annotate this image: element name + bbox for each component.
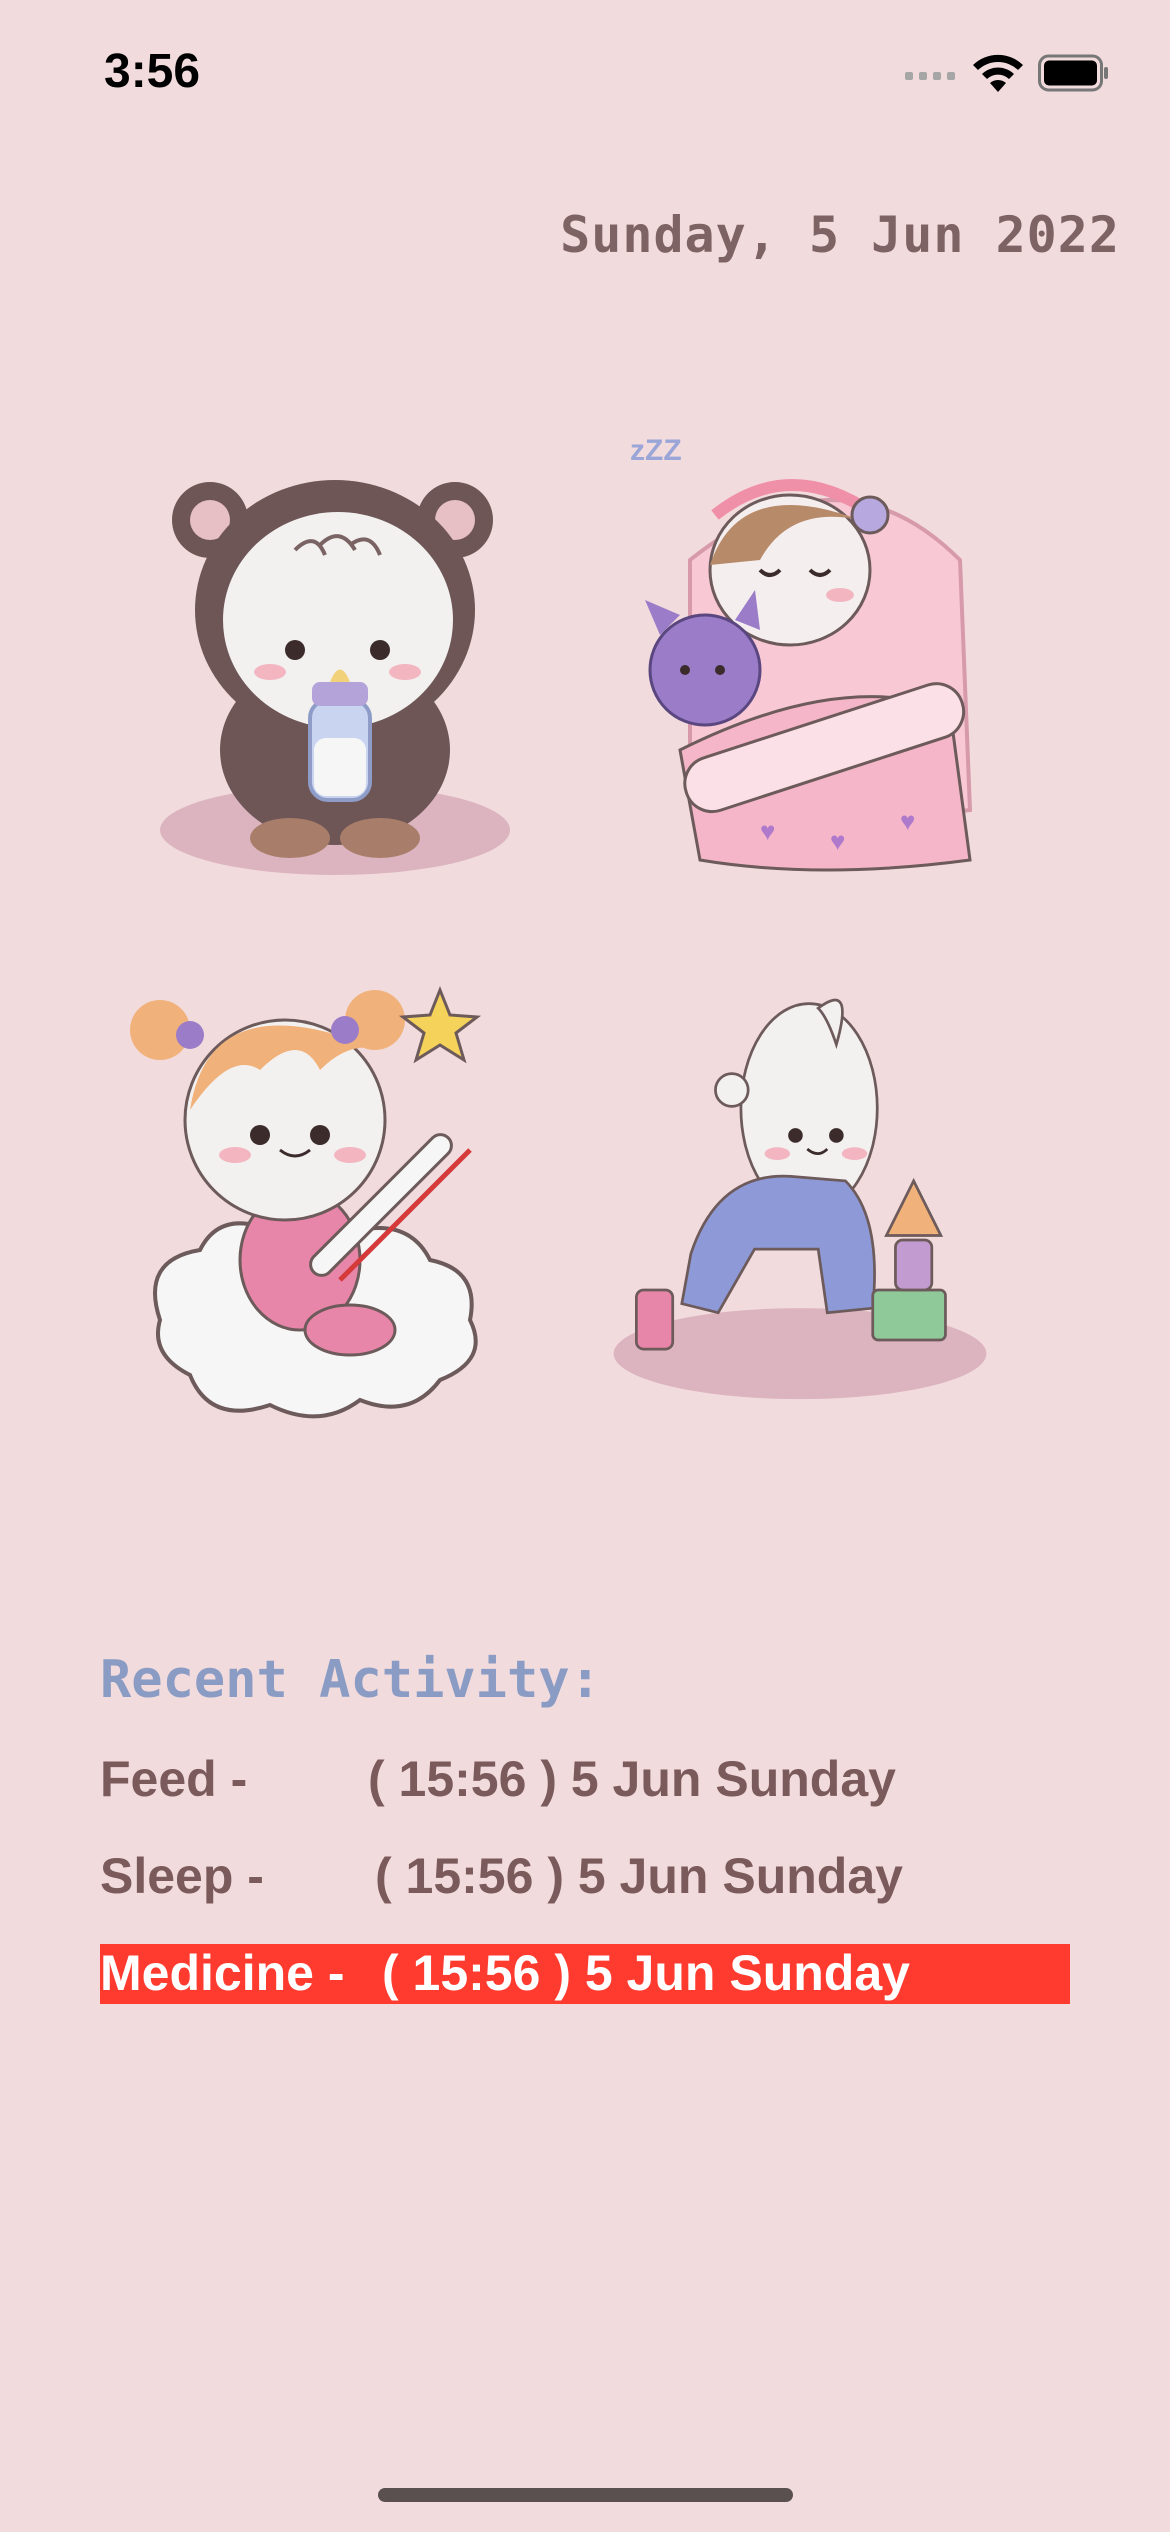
activity-time: ( 15:56 ) 5 Jun Sunday (375, 1848, 903, 1904)
svg-text:♥: ♥ (830, 826, 845, 856)
sleep-tile[interactable]: zZZ ♥ ♥ ♥ (610, 420, 1010, 880)
activity-label: Medicine - (100, 1945, 345, 2001)
cellular-signal-icon (905, 72, 955, 80)
activity-label: Feed - (100, 1751, 248, 1807)
activity-row-sleep[interactable]: Sleep - ( 15:56 ) 5 Jun Sunday (100, 1847, 1070, 1907)
svg-text:♥: ♥ (900, 806, 915, 836)
sleep-z-text: zZZ (630, 434, 682, 467)
battery-icon (1038, 54, 1108, 92)
baby-bottle-icon (160, 480, 510, 875)
feed-tile[interactable] (130, 420, 530, 880)
home-indicator[interactable] (378, 2488, 793, 2502)
status-bar: 3:56 (0, 0, 1170, 140)
activity-row-feed[interactable]: Feed - ( 15:56 ) 5 Jun Sunday (100, 1750, 1070, 1810)
activity-row-medicine[interactable]: Medicine - ( 15:56 ) 5 Jun Sunday (100, 1944, 1070, 2004)
crawling-baby-blocks-icon (613, 998, 987, 1400)
activity-label: Sleep - (100, 1848, 264, 1904)
play-tile[interactable] (600, 960, 1000, 1420)
wifi-icon (973, 54, 1023, 92)
current-date: Sunday, 5 Jun 2022 (560, 206, 1120, 264)
thermometer-baby-icon (130, 985, 482, 1419)
recent-activity-title: Recent Activity: (100, 1650, 601, 1710)
activity-time: ( 15:56 ) 5 Jun Sunday (382, 1945, 910, 2001)
sleeping-baby-icon: zZZ ♥ ♥ ♥ (630, 434, 973, 872)
status-time: 3:56 (104, 45, 201, 98)
activity-time: ( 15:56 ) 5 Jun Sunday (368, 1751, 896, 1807)
medicine-tile[interactable] (120, 960, 520, 1420)
svg-text:♥: ♥ (760, 816, 775, 846)
